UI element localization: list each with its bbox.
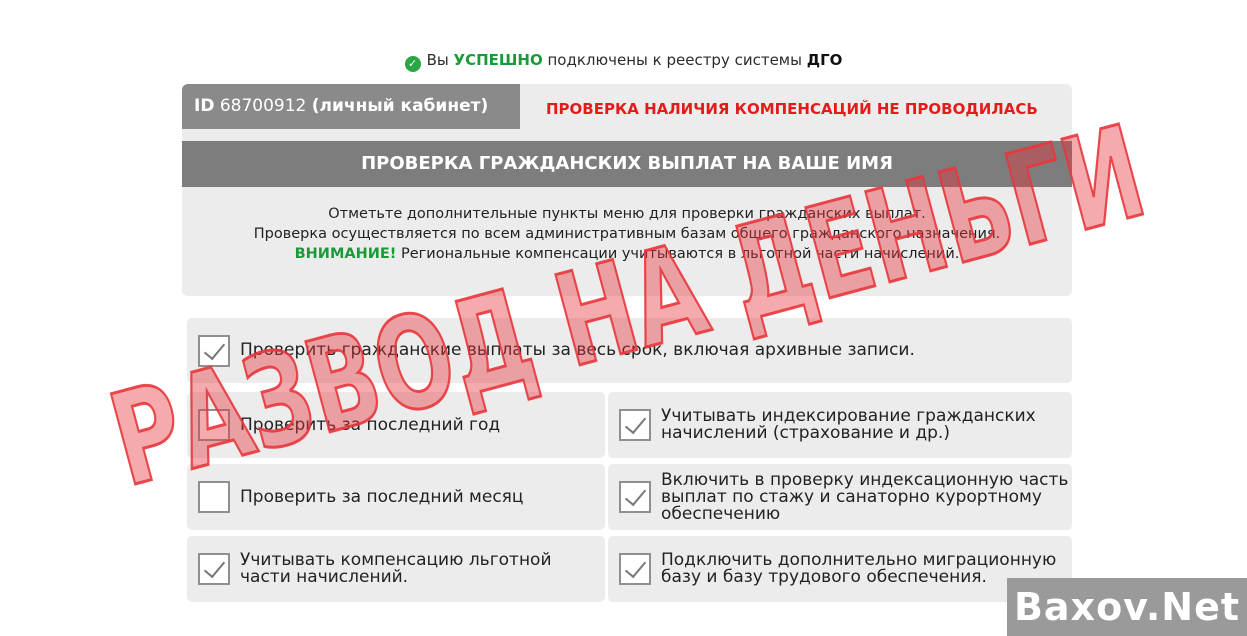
option-last-year[interactable]: Проверить за последний год	[187, 392, 605, 458]
checkbox[interactable]	[619, 409, 651, 441]
checkbox[interactable]	[198, 553, 230, 585]
checkbox[interactable]	[198, 409, 230, 441]
connection-status: ✓ Вы УСПЕШНО подключены к реестру системы…	[0, 51, 1247, 72]
checkbox[interactable]	[619, 481, 651, 513]
option-full-period[interactable]: Проверить гражданские выплаты за весь ср…	[187, 318, 1072, 383]
page-title: ПРОВЕРКА ГРАЖДАНСКИХ ВЫПЛАТ НА ВАШЕ ИМЯ	[182, 141, 1072, 187]
status-success: УСПЕШНО	[453, 51, 543, 69]
option-label: Проверить за последний год	[240, 414, 501, 435]
check-circle-icon: ✓	[404, 56, 421, 72]
attention-label: ВНИМАНИЕ!	[294, 246, 397, 262]
status-middle: подключены к реестру системы	[547, 51, 802, 69]
option-label: Проверить за последний месяц	[240, 486, 524, 507]
info-line-3: ВНИМАНИЕ! Региональные компенсации учиты…	[182, 244, 1072, 264]
checkbox[interactable]	[619, 553, 651, 585]
compensation-warning: ПРОВЕРКА НАЛИЧИЯ КОМПЕНСАЦИЙ НЕ ПРОВОДИЛ…	[546, 100, 1038, 118]
option-label: Учитывать индексирование гражданских нач…	[661, 406, 1036, 443]
checkbox[interactable]	[198, 334, 230, 367]
site-watermark: Baxov.Net	[1007, 578, 1247, 636]
info-line-1: Отметьте дополнительные пункты меню для …	[328, 206, 926, 222]
info-line-3-text: Региональные компенсации учитываются в л…	[401, 246, 960, 262]
id-label: ID	[194, 96, 215, 116]
option-privilege-compensation[interactable]: Учитывать компенсацию льготной части нач…	[187, 536, 605, 602]
option-indexing[interactable]: Учитывать индексирование гражданских нач…	[608, 392, 1072, 458]
account-id-box: ID 68700912 (личный кабинет)	[182, 84, 520, 129]
option-last-month[interactable]: Проверить за последний месяц	[187, 464, 605, 530]
info-text: Отметьте дополнительные пункты меню для …	[182, 204, 1072, 264]
info-line-2: Проверка осуществляется по всем админист…	[253, 226, 1001, 242]
cabinet-label: (личный кабинет)	[311, 96, 489, 116]
status-system: ДГО	[806, 51, 843, 69]
checkbox[interactable]	[198, 481, 230, 513]
check-panel: ID 68700912 (личный кабинет) ПРОВЕРКА НА…	[182, 84, 1072, 296]
option-label: Включить в проверку индексационную часть…	[661, 469, 1069, 524]
option-seniority-index[interactable]: Включить в проверку индексационную часть…	[608, 464, 1072, 530]
id-number: 68700912	[219, 96, 307, 116]
option-migration-base[interactable]: Подключить дополнительно миграционную ба…	[608, 536, 1072, 602]
option-label: Учитывать компенсацию льготной части нач…	[240, 550, 552, 587]
status-prefix: Вы	[426, 51, 449, 69]
option-label: Проверить гражданские выплаты за весь ср…	[240, 340, 915, 360]
